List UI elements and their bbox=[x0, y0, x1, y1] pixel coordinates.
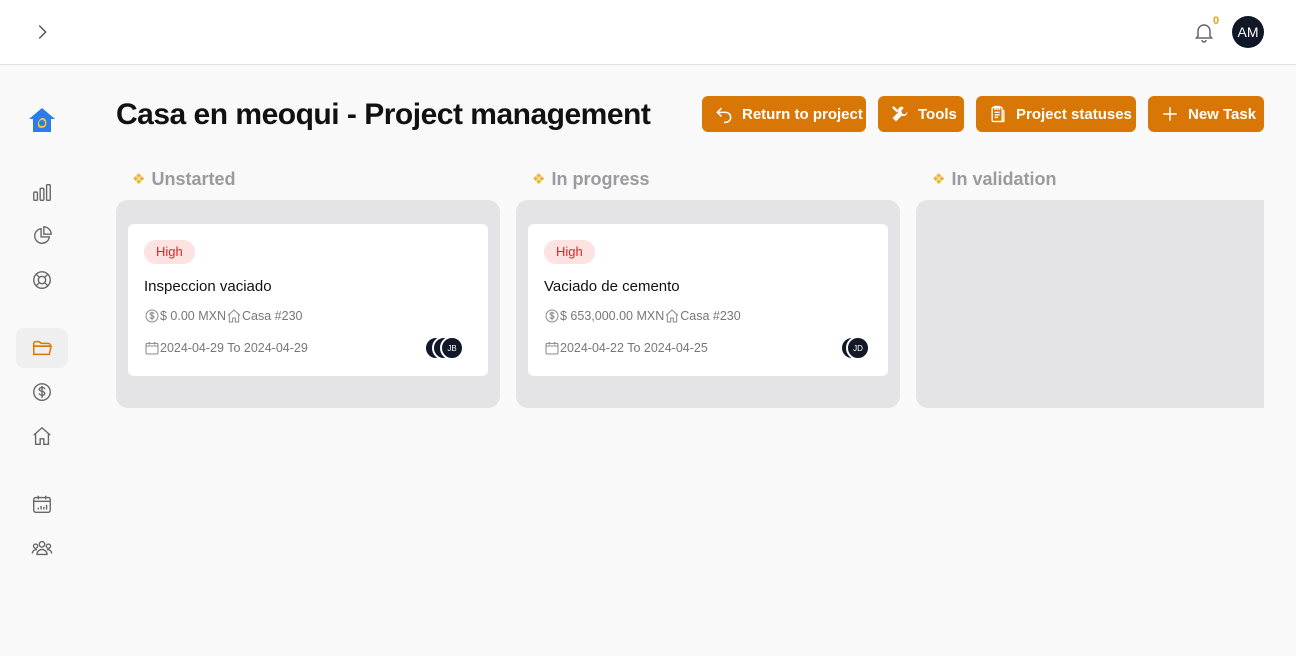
column-title-unstarted: ❖ Unstarted bbox=[132, 168, 235, 190]
new-task-label: New Task bbox=[1188, 105, 1257, 123]
sidebar-item-reports[interactable] bbox=[16, 216, 68, 256]
return-to-project-label: Return to project bbox=[742, 105, 863, 123]
app-logo[interactable] bbox=[28, 106, 56, 134]
task-unit: Casa #230 bbox=[242, 309, 303, 323]
column-title-text: In progress bbox=[551, 168, 650, 189]
assignee-avatar: JB bbox=[440, 336, 464, 360]
task-card[interactable]: High Vaciado de cemento $ 653,000.00 MXN… bbox=[528, 224, 888, 376]
home-icon bbox=[33, 426, 51, 445]
task-unit: Casa #230 bbox=[680, 309, 741, 323]
calendar-icon bbox=[545, 342, 559, 355]
project-statuses-label: Project statuses bbox=[1016, 105, 1132, 123]
dollar-icon bbox=[145, 309, 159, 323]
column-title-text: In validation bbox=[951, 168, 1057, 189]
return-arrow-icon bbox=[716, 107, 732, 124]
users-icon bbox=[31, 540, 53, 556]
user-avatar[interactable]: AM bbox=[1232, 16, 1264, 48]
project-statuses-button[interactable]: Project statuses bbox=[976, 96, 1136, 132]
task-meta: $ 653,000.00 MXN Casa #230 bbox=[544, 308, 741, 324]
sidebar-item-support[interactable] bbox=[16, 260, 68, 300]
column-title-in-progress: ❖ In progress bbox=[532, 168, 649, 190]
new-task-button[interactable]: New Task bbox=[1148, 96, 1264, 132]
diamond-icon: ❖ bbox=[532, 171, 546, 188]
task-meta: $ 0.00 MXN Casa #230 bbox=[144, 308, 302, 324]
dollar-icon bbox=[545, 309, 559, 323]
sidebar-item-team[interactable] bbox=[16, 528, 68, 568]
pie-chart-icon bbox=[34, 226, 52, 244]
task-amount: $ 653,000.00 MXN bbox=[560, 309, 665, 323]
lifebuoy-icon bbox=[33, 271, 51, 289]
expand-sidebar-button[interactable] bbox=[30, 20, 54, 44]
calendar-icon bbox=[33, 495, 51, 513]
chevron-right-icon bbox=[38, 25, 47, 39]
return-to-project-button[interactable]: Return to project bbox=[702, 96, 866, 132]
assignee-stack[interactable]: JB bbox=[424, 336, 472, 360]
sidebar-item-properties[interactable] bbox=[16, 416, 68, 456]
task-amount: $ 0.00 MXN bbox=[160, 309, 227, 323]
task-name: Inspeccion vaciado bbox=[144, 278, 272, 295]
notification-count: 0 bbox=[1213, 15, 1220, 27]
task-dates: 2024-04-22 To 2024-04-25 bbox=[544, 340, 708, 356]
home-icon bbox=[665, 309, 679, 323]
sidebar-item-calendar[interactable] bbox=[16, 484, 68, 524]
column-title-in-validation: ❖ In validation bbox=[932, 168, 1056, 190]
priority-badge: High bbox=[144, 240, 195, 264]
sidebar-item-finance[interactable] bbox=[16, 372, 68, 412]
column-in-validation bbox=[916, 200, 1264, 408]
task-name: Vaciado de cemento bbox=[544, 278, 680, 295]
task-date-range: 2024-04-29 To 2024-04-29 bbox=[160, 341, 308, 355]
tools-button[interactable]: Tools bbox=[878, 96, 964, 132]
task-card[interactable]: High Inspeccion vaciado $ 0.00 MXN Casa … bbox=[128, 224, 488, 376]
home-icon bbox=[227, 309, 241, 323]
clipboard-list-icon bbox=[991, 105, 1005, 123]
bar-chart-icon bbox=[33, 183, 51, 201]
page-title: Casa en meoqui - Project management bbox=[116, 98, 651, 131]
assignee-avatar: JD bbox=[846, 336, 870, 360]
sidebar bbox=[0, 65, 84, 656]
sidebar-item-projects[interactable] bbox=[16, 328, 68, 368]
folder-icon bbox=[33, 340, 53, 356]
diamond-icon: ❖ bbox=[132, 171, 146, 188]
priority-badge: High bbox=[544, 240, 595, 264]
top-bar: 0 AM bbox=[0, 0, 1296, 65]
task-date-range: 2024-04-22 To 2024-04-25 bbox=[560, 341, 708, 355]
plus-icon bbox=[1163, 107, 1177, 121]
diamond-icon: ❖ bbox=[932, 171, 946, 188]
wrench-icon bbox=[892, 106, 908, 122]
calendar-icon bbox=[145, 342, 159, 355]
tools-label: Tools bbox=[918, 105, 957, 123]
dollar-icon bbox=[33, 383, 51, 401]
sidebar-item-analytics[interactable] bbox=[16, 172, 68, 212]
task-dates: 2024-04-29 To 2024-04-29 bbox=[144, 340, 308, 356]
house-logo-icon bbox=[29, 108, 55, 132]
assignee-stack[interactable]: JD bbox=[840, 336, 872, 360]
column-title-text: Unstarted bbox=[151, 168, 236, 189]
